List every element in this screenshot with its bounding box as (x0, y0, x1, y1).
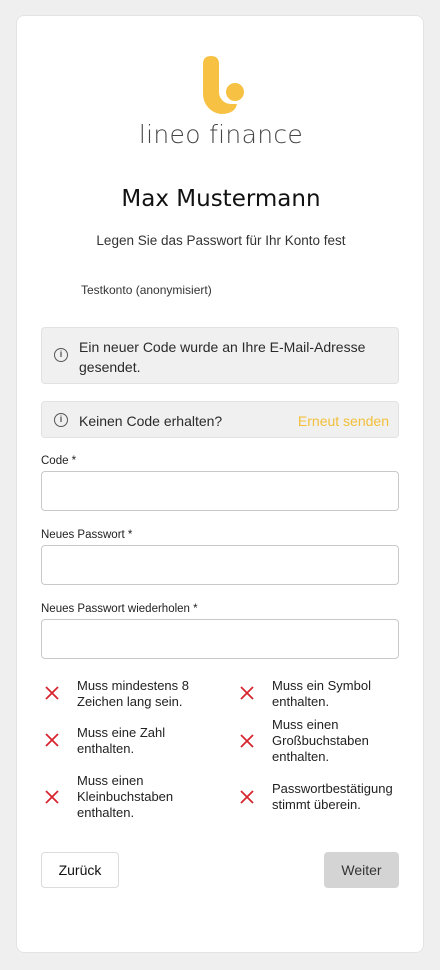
rule-text: Passwortbestätigung stimmt überein. (272, 781, 393, 812)
back-button[interactable]: Zurück (41, 852, 119, 888)
rule-text: Muss ein Symbol enthalten. (272, 678, 371, 709)
code-input[interactable] (41, 471, 399, 511)
password-setup-card: lineo finance Max Mustermann Legen Sie d… (16, 15, 424, 953)
repeat-password-label: Neues Passwort wiederholen * (41, 603, 198, 615)
brand-name: lineo finance (138, 120, 304, 149)
brand-logo (17, 52, 425, 116)
no-code-text: Keinen Code erhalten? (79, 413, 223, 429)
page-subtitle: Legen Sie das Passwort für Ihr Konto fes… (96, 233, 346, 248)
code-label: Code * (41, 455, 77, 467)
account-label: Testkonto (anonymisiert) (81, 283, 212, 297)
repeat-password-input[interactable] (41, 619, 399, 659)
info-icon: i (54, 348, 68, 362)
info-icon: i (54, 413, 68, 427)
lineo-logo-icon (202, 56, 244, 114)
cross-icon (240, 790, 254, 804)
cross-icon (45, 733, 59, 747)
code-sent-notice: i Ein neuer Code wurde an Ihre E-Mail-Ad… (41, 327, 399, 384)
no-code-notice: i Keinen Code erhalten? Erneut senden (41, 401, 399, 438)
rule-text: Muss eine Zahl enthalten. (77, 725, 166, 756)
cross-icon (240, 686, 254, 700)
page-title: Max Mustermann (121, 186, 321, 212)
rule-text: Muss einen Kleinbuchstaben enthalten. (77, 773, 174, 820)
cross-icon (45, 790, 59, 804)
next-button[interactable]: Weiter (324, 852, 399, 888)
code-sent-text: Ein neuer Code wurde an Ihre E-Mail-Adre… (79, 339, 366, 375)
rule-text: Muss einen Großbuchstaben enthalten. (272, 717, 369, 764)
cross-icon (240, 734, 254, 748)
rule-text: Muss mindestens 8 Zeichen lang sein. (77, 678, 189, 709)
cross-icon (45, 686, 59, 700)
resend-code-link[interactable]: Erneut senden (298, 411, 389, 431)
new-password-label: Neues Passwort * (41, 529, 133, 541)
new-password-input[interactable] (41, 545, 399, 585)
